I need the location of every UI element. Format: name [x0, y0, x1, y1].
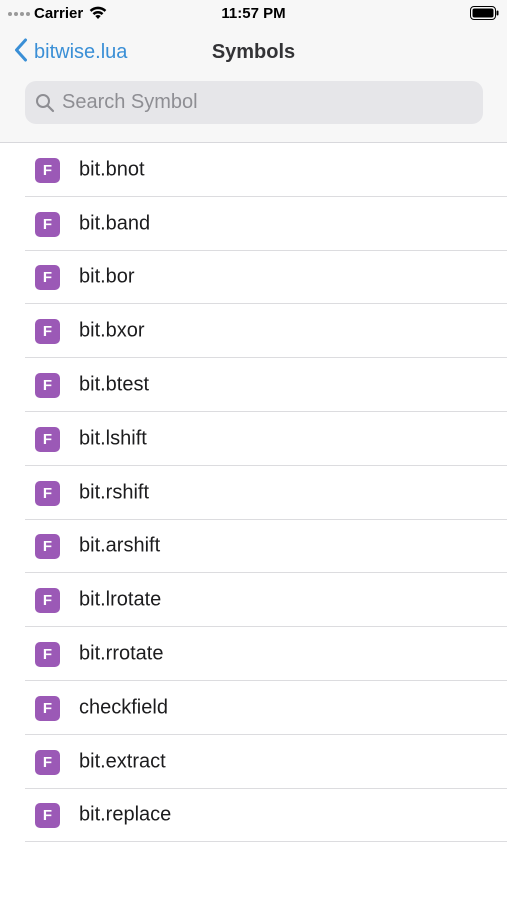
symbol-row[interactable]: Fbit.rshift: [0, 466, 507, 520]
symbol-row[interactable]: Fbit.lshift: [0, 412, 507, 466]
search-bar[interactable]: [25, 81, 483, 124]
symbol-row[interactable]: Fbit.btest: [0, 358, 507, 412]
status-bar: Carrier 11:57 PM: [0, 0, 507, 26]
function-badge-icon: F: [35, 265, 60, 291]
function-badge-icon: F: [35, 319, 60, 345]
symbol-name: bit.btest: [79, 373, 150, 396]
symbol-row[interactable]: Fbit.band: [0, 197, 507, 251]
function-badge-icon: F: [35, 642, 60, 668]
symbol-name: bit.lshift: [79, 427, 147, 450]
function-badge-icon: F: [35, 211, 60, 237]
function-badge-icon: F: [35, 426, 60, 452]
symbol-name: bit.lrotate: [79, 588, 162, 611]
symbol-row[interactable]: Fcheckfield: [0, 681, 507, 735]
symbol-name: bit.bor: [79, 265, 135, 288]
symbol-row[interactable]: Fbit.lrotate: [0, 573, 507, 627]
symbol-row[interactable]: Fbit.bnot: [0, 143, 507, 197]
symbol-row[interactable]: Fbit.extract: [0, 735, 507, 789]
symbol-name: bit.rshift: [79, 481, 150, 504]
navigation-bar: bitwise.lua Symbols: [0, 30, 507, 74]
function-badge-icon: F: [35, 588, 60, 614]
page-title: Symbols: [211, 41, 296, 63]
function-badge-icon: F: [35, 480, 60, 506]
symbol-row[interactable]: Fbit.replace: [0, 789, 507, 843]
function-badge-icon: F: [35, 803, 60, 829]
symbol-list: Fbit.bnot Fbit.band Fbit.bor Fbit.bxor Fbit.…: [0, 143, 507, 843]
status-time: 11:57 PM: [221, 5, 286, 22]
battery-icon: [470, 6, 499, 25]
symbol-row[interactable]: Fbit.arshift: [0, 520, 507, 574]
function-badge-icon: F: [35, 534, 60, 560]
symbol-name: bit.replace: [79, 803, 172, 826]
top-bar: Carrier 11:57 PM bitwise.lua Symbols Sea…: [0, 0, 507, 143]
symbol-name: checkfield: [79, 696, 168, 719]
symbol-row[interactable]: Fbit.bxor: [0, 304, 507, 358]
symbol-row[interactable]: Fbit.rrotate: [0, 627, 507, 681]
function-badge-icon: F: [35, 157, 60, 183]
symbol-name: bit.rrotate: [79, 642, 164, 665]
symbol-row[interactable]: Fbit.bor: [0, 251, 507, 305]
symbol-name: bit.bnot: [79, 158, 145, 181]
symbol-name: bit.extract: [79, 750, 166, 773]
function-badge-icon: F: [35, 373, 60, 399]
function-badge-icon: F: [35, 749, 60, 775]
search-icon: [35, 93, 55, 113]
search-input[interactable]: [62, 91, 483, 114]
function-badge-icon: F: [35, 695, 60, 721]
symbol-name: bit.band: [79, 212, 151, 235]
symbol-name: bit.arshift: [79, 534, 161, 557]
symbol-name: bit.bxor: [79, 319, 145, 342]
